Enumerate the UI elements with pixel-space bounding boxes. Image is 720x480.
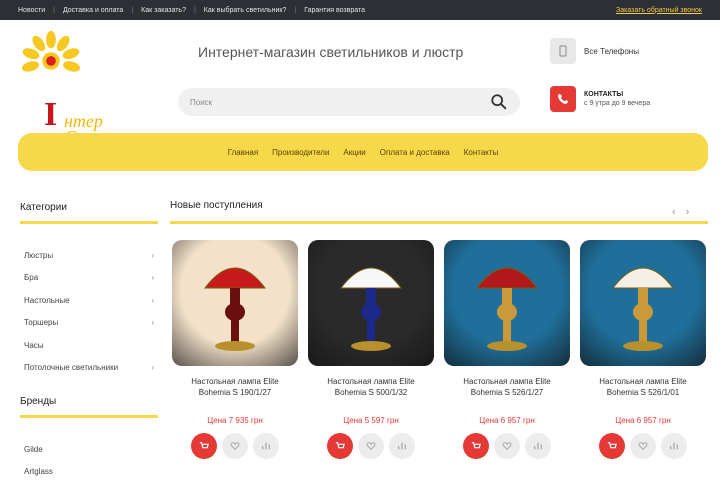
- add-to-cart-button[interactable]: [599, 433, 625, 459]
- top-link-returns[interactable]: Гарантия возврата: [304, 7, 365, 14]
- phone-icon[interactable]: [550, 86, 576, 112]
- product-name[interactable]: Настольная лампа Elite Bohemia S 190/1/2…: [172, 376, 298, 406]
- chevron-right-icon[interactable]: ›: [686, 206, 690, 218]
- phone-title: КОНТАКТЫ: [584, 91, 624, 98]
- top-bar: Новости | Доставка и оплата | Как заказа…: [0, 0, 720, 20]
- section-title: Новые поступления: [170, 200, 708, 224]
- site-logo[interactable]: I нтер Свет: [20, 30, 130, 146]
- chevron-right-icon: ›: [151, 273, 154, 283]
- carousel-arrows: ‹ ›: [672, 206, 689, 218]
- wishlist-button[interactable]: [222, 433, 248, 459]
- add-to-cart-button[interactable]: [463, 433, 489, 459]
- sun-logo-icon: [22, 30, 80, 72]
- search-bar[interactable]: Поиск: [178, 88, 520, 116]
- product-price: Цена 7 935 грн: [207, 416, 263, 425]
- category-item[interactable]: Настольные ›: [24, 289, 154, 312]
- all-phones-label[interactable]: Все Телефоны: [584, 47, 639, 56]
- top-link-how-to-order[interactable]: Как заказать?: [141, 7, 186, 14]
- top-links: Новости | Доставка и оплата | Как заказа…: [18, 6, 366, 14]
- header-contacts: Все Телефоны КОНТАКТЫ с 9 утра до 9 вече…: [550, 38, 650, 112]
- category-list: Люстры › Бра › Настольные › Торшеры › Часы П…: [24, 244, 154, 379]
- nav-home[interactable]: Главная: [228, 148, 258, 157]
- product-image[interactable]: [580, 240, 706, 366]
- search-input[interactable]: Поиск: [190, 98, 490, 107]
- brand-item[interactable]: Gilde: [24, 438, 154, 461]
- product-price: Цена 5 597 грн: [343, 416, 399, 425]
- chevron-right-icon: ›: [151, 250, 154, 260]
- product-card[interactable]: Настольная лампа Elite Bohemia S 526/1/0…: [580, 240, 706, 459]
- category-item[interactable]: Торшеры ›: [24, 312, 154, 335]
- product-image[interactable]: [172, 240, 298, 366]
- nav-contacts[interactable]: Контакты: [464, 148, 499, 157]
- product-name[interactable]: Настольная лампа Elite Bohemia S 526/1/0…: [580, 376, 706, 406]
- callback-link[interactable]: Заказать обратный звонок: [616, 7, 702, 14]
- product-actions: [308, 433, 434, 459]
- compare-button[interactable]: [661, 433, 687, 459]
- compare-button[interactable]: [389, 433, 415, 459]
- category-item[interactable]: Часы: [24, 334, 154, 357]
- product-image[interactable]: [444, 240, 570, 366]
- chevron-right-icon: ›: [151, 363, 154, 373]
- product-name[interactable]: Настольная лампа Elite Bohemia S 500/1/3…: [308, 376, 434, 406]
- phone-list-icon[interactable]: [550, 38, 576, 64]
- all-phones-row[interactable]: Все Телефоны: [550, 38, 650, 64]
- product-actions: [172, 433, 298, 459]
- brand-list: Gilde Artglass: [24, 438, 154, 480]
- brand-item[interactable]: Artglass: [24, 461, 154, 480]
- product-image[interactable]: [308, 240, 434, 366]
- wishlist-button[interactable]: [358, 433, 384, 459]
- wishlist-button[interactable]: [630, 433, 656, 459]
- wishlist-button[interactable]: [494, 433, 520, 459]
- chevron-left-icon[interactable]: ‹: [672, 206, 676, 218]
- add-to-cart-button[interactable]: [327, 433, 353, 459]
- nav-payment-delivery[interactable]: Оплата и доставка: [380, 148, 450, 157]
- product-actions: [444, 433, 570, 459]
- product-card[interactable]: Настольная лампа Elite Bohemia S 500/1/3…: [308, 240, 434, 459]
- chevron-right-icon: ›: [151, 295, 154, 305]
- chevron-right-icon: ›: [151, 318, 154, 328]
- product-card[interactable]: Настольная лампа Elite Bohemia S 526/1/2…: [444, 240, 570, 459]
- category-item[interactable]: Потолочные светильники ›: [24, 357, 154, 380]
- compare-button[interactable]: [525, 433, 551, 459]
- compare-button[interactable]: [253, 433, 279, 459]
- product-price: Цена 6 957 грн: [479, 416, 535, 425]
- nav-sales[interactable]: Акции: [343, 148, 365, 157]
- search-icon[interactable]: [490, 93, 508, 111]
- phone-hours: с 9 утра до 9 вечера: [584, 100, 651, 107]
- site-tagline: Интернет-магазин светильников и люстр: [198, 44, 464, 60]
- nav-manufacturers[interactable]: Производители: [272, 148, 329, 157]
- brands-heading: Бренды: [20, 396, 158, 418]
- top-link-how-to-choose[interactable]: Как выбрать светильник?: [204, 7, 287, 14]
- phone-row[interactable]: КОНТАКТЫ с 9 утра до 9 вечера: [550, 86, 650, 112]
- logo-letter: I: [44, 96, 58, 133]
- category-item[interactable]: Бра ›: [24, 267, 154, 290]
- top-link-news[interactable]: Новости: [18, 7, 45, 14]
- add-to-cart-button[interactable]: [191, 433, 217, 459]
- categories-heading: Категории: [20, 202, 158, 224]
- main-nav: Главная Производители Акции Оплата и дос…: [18, 133, 708, 171]
- product-card[interactable]: Настольная лампа Elite Bohemia S 190/1/2…: [172, 240, 298, 459]
- category-item[interactable]: Люстры ›: [24, 244, 154, 267]
- product-name[interactable]: Настольная лампа Elite Bohemia S 526/1/2…: [444, 376, 570, 406]
- product-price: Цена 6 957 грн: [615, 416, 671, 425]
- top-link-delivery[interactable]: Доставка и оплата: [63, 7, 123, 14]
- product-actions: [580, 433, 706, 459]
